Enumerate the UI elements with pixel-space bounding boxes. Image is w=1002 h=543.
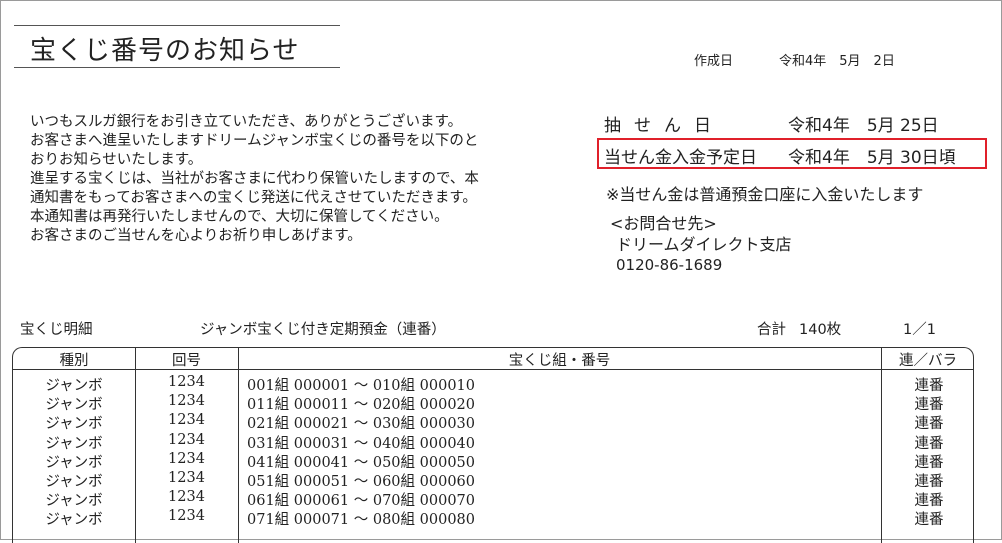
- statement-total-label: 合計: [757, 322, 786, 338]
- cell-number: 1234: [168, 374, 205, 390]
- cell-range: 031組 000031 ～ 040組 000040: [247, 435, 475, 452]
- cell-range: 001組 000001 ～ 010組 000010: [247, 378, 475, 394]
- payout-date-value: 令和4年 5月 30日頃: [788, 148, 956, 168]
- table-row: ジャンボ 1234 001組 000001 ～ 010組 000010 連番: [13, 374, 973, 394]
- created-date-block: 作成日 令和4年 5月 2日: [694, 50, 895, 69]
- cell-type: ジャンボ: [45, 416, 103, 433]
- cell-kind: 連番: [914, 473, 944, 490]
- cell-range: 021組 000021 ～ 030組 000030: [247, 416, 475, 433]
- cell-type: ジャンボ: [45, 473, 103, 490]
- cell-number: 1234: [168, 469, 205, 486]
- draw-date-row: 抽せん日 令和4年 5月 25日: [604, 111, 939, 136]
- cell-number: 1234: [168, 508, 205, 525]
- table-header: 種別 回号 宝くじ組・番号 連／バラ: [13, 348, 973, 370]
- cell-type: ジャンボ: [45, 454, 103, 471]
- cell-number: 1234: [168, 431, 205, 448]
- cell-range: 051組 000051 ～ 060組 000060: [247, 473, 475, 490]
- payout-date-row: 当せん金入金予定日 令和4年 5月 30日頃: [604, 143, 956, 168]
- contact-phone: 0120-86-1689: [616, 256, 723, 274]
- cell-type: ジャンボ: [45, 512, 103, 529]
- table-row: ジャンボ 1234 061組 000061 ～ 070組 000070 連番: [13, 489, 973, 510]
- cell-number: 1234: [168, 393, 205, 410]
- created-date: 令和4年 5月 2日: [779, 54, 895, 69]
- header-number: 回号: [172, 353, 201, 369]
- statement-product: ジャンボ宝くじ付き定期預金（連番）: [200, 322, 446, 338]
- table-row: ジャンボ 1234 021組 000021 ～ 030組 000030 連番: [13, 412, 973, 433]
- cell-range: 061組 000061 ～ 070組 000070: [247, 493, 475, 510]
- table-row: ジャンボ 1234 071組 000071 ～ 080組 000080 連番: [13, 508, 973, 529]
- cell-kind: 連番: [914, 397, 944, 414]
- cell-type: ジャンボ: [45, 493, 103, 510]
- table-body: ジャンボ 1234 001組 000001 ～ 010組 000010 連番 ジ…: [13, 374, 973, 528]
- cell-type: ジャンボ: [45, 397, 103, 414]
- statement-page: 1／1: [903, 322, 936, 338]
- cell-type: ジャンボ: [45, 435, 103, 452]
- cell-kind: 連番: [914, 416, 944, 433]
- page-title: 宝くじ番号のお知らせ: [30, 36, 300, 66]
- intro-line: お客さまのご当せんを心よりお祈り申しあげます。: [30, 228, 362, 244]
- payout-note: ※当せん金は普通預金口座に入金いたします: [606, 185, 924, 204]
- payout-date-label: 当せん金入金予定日: [604, 148, 757, 168]
- cell-number: 1234: [168, 489, 205, 506]
- statement-title: 宝くじ明細: [20, 322, 93, 338]
- intro-line: 進呈する宝くじは、当社がお客さまに代わり保管いたしますので、本: [30, 171, 479, 187]
- cell-number: 1234: [168, 412, 205, 429]
- contact-block: <お問合せ先> ドリームダイレクト支店 0120-86-1689: [610, 213, 792, 276]
- cell-range: 071組 000071 ～ 080組 000080: [247, 512, 475, 529]
- cell-number: 1234: [168, 450, 205, 467]
- table-row: ジャンボ 1234 031組 000031 ～ 040組 000040 連番: [13, 431, 973, 452]
- statement-meta-row: 宝くじ明細 ジャンボ宝くじ付き定期預金（連番） 合計 140枚 1／1: [0, 318, 1002, 338]
- draw-date-value: 令和4年 5月 25日: [788, 116, 939, 136]
- intro-line: おりお知らせいたします。: [30, 152, 203, 168]
- table-row: ジャンボ 1234 051組 000051 ～ 060組 000060 連番: [13, 469, 973, 490]
- cell-range: 041組 000041 ～ 050組 000050: [247, 454, 475, 471]
- cell-range: 011組 000011 ～ 020組 000020: [247, 397, 475, 414]
- header-kind: 連／バラ: [899, 353, 957, 369]
- contact-branch: ドリームダイレクト支店: [616, 235, 792, 254]
- intro-line: お客さまへ進呈いたしますドリームジャンボ宝くじの番号を以下のと: [30, 133, 479, 149]
- intro-line: 通知書をもってお客さまへの宝くじ発送に代えさせていただきます。: [30, 190, 477, 206]
- cell-kind: 連番: [914, 454, 944, 471]
- header-type: 種別: [59, 353, 89, 369]
- contact-heading: <お問合せ先>: [610, 214, 717, 233]
- cell-kind: 連番: [914, 493, 944, 510]
- created-label: 作成日: [694, 54, 734, 69]
- intro-line: いつもスルガ銀行をお引き立ていただき、ありがとうございます。: [30, 114, 463, 130]
- table-row: ジャンボ 1234 011組 000011 ～ 020組 000020 連番: [13, 393, 973, 414]
- intro-text: いつもスルガ銀行をお引き立ていただき、ありがとうございます。 お客さまへ進呈いた…: [30, 113, 560, 246]
- title-rule-bottom: [14, 67, 340, 68]
- intro-line: 本通知書は再発行いたしませんので、大切に保管してください。: [30, 209, 449, 225]
- header-range: 宝くじ組・番号: [508, 353, 611, 369]
- cell-kind: 連番: [914, 378, 944, 394]
- table-row: ジャンボ 1234 041組 000041 ～ 050組 000050 連番: [13, 450, 973, 471]
- cell-type: ジャンボ: [45, 378, 103, 394]
- title-rule-top: [14, 25, 340, 26]
- cell-kind: 連番: [914, 512, 944, 529]
- draw-date-label: 抽せん日: [604, 116, 724, 136]
- lottery-table: 種別 回号 宝くじ組・番号 連／バラ ジャンボ 1234 001組 000001…: [12, 347, 974, 543]
- cell-kind: 連番: [914, 435, 944, 452]
- statement-total-value: 140枚: [799, 322, 842, 338]
